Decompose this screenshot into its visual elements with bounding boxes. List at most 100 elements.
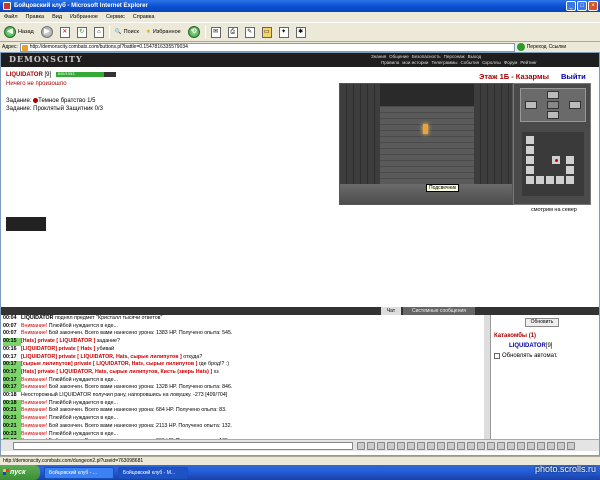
exit-link[interactable]: Выйти xyxy=(561,72,586,81)
maximize-button[interactable]: □ xyxy=(577,1,587,11)
research-button[interactable]: ✱ xyxy=(294,24,308,40)
header-link[interactable]: Телеграммы xyxy=(431,60,457,65)
chat-tool-button[interactable] xyxy=(547,442,555,450)
chat-sender[interactable]: [сырые лилипутов] private [ LIQUIDATOR, … xyxy=(21,361,197,367)
chat-tool-button[interactable] xyxy=(537,442,545,450)
chat-time[interactable]: 00:21 xyxy=(3,407,21,416)
move-back-button[interactable] xyxy=(547,111,559,119)
chat-tool-button[interactable] xyxy=(447,442,455,450)
mail-button[interactable]: ✉ xyxy=(209,24,223,40)
header-link[interactable]: Рейтинг xyxy=(520,60,537,65)
chat-time[interactable]: 00:18 xyxy=(3,399,21,408)
auto-refresh-checkbox[interactable] xyxy=(494,353,500,359)
chat-tool-button[interactable] xyxy=(417,442,425,450)
header-link[interactable]: События xyxy=(461,60,480,65)
taskbar-item[interactable]: Бойцовский клуб - ... xyxy=(44,466,114,479)
dungeon-view[interactable]: Подсвечник xyxy=(339,83,513,205)
chat-time[interactable]: 00:23 xyxy=(3,430,21,439)
chat-tool-button[interactable] xyxy=(467,442,475,450)
chat-time[interactable]: 00:21 xyxy=(3,422,21,431)
chat-input[interactable] xyxy=(13,442,353,450)
chat-time[interactable]: 00:17 xyxy=(3,354,21,362)
refresh-button[interactable]: ↻ xyxy=(75,24,89,40)
refresh-list-button[interactable]: Обновить xyxy=(525,318,559,327)
chat-time[interactable]: 00:15 xyxy=(3,338,21,346)
chat-time[interactable]: 00:04 xyxy=(3,315,21,323)
player-name[interactable]: LIQUIDATOR xyxy=(6,72,43,78)
chat-tool-button[interactable] xyxy=(477,442,485,450)
chat-tool-button[interactable] xyxy=(497,442,505,450)
history-button[interactable]: ⟲ xyxy=(186,24,202,40)
chat-time[interactable]: 00:07 xyxy=(3,323,21,331)
chat-tool-button[interactable] xyxy=(557,442,565,450)
chat-tool-button[interactable] xyxy=(527,442,535,450)
chat-sender[interactable]: [Hats] private [ LIQUIDATOR ] xyxy=(21,338,95,344)
tab-chat[interactable]: Чат xyxy=(381,307,401,315)
header-link[interactable]: Безопасность xyxy=(412,54,441,59)
chat-time[interactable]: 00:16 xyxy=(3,346,21,354)
online-player[interactable]: LIQUIDATOR[9] xyxy=(509,343,552,349)
menu-item[interactable]: Избранное xyxy=(70,12,98,22)
edit-button[interactable]: ✎ xyxy=(243,24,257,40)
turn-left-button[interactable] xyxy=(525,101,537,109)
chat-tool-button[interactable] xyxy=(437,442,445,450)
chat-time[interactable]: 00:17 xyxy=(3,368,21,377)
header-link[interactable]: Правила xyxy=(381,60,399,65)
chat-tool-button[interactable] xyxy=(457,442,465,450)
header-link[interactable]: Выход xyxy=(468,54,481,59)
chat-tool-button[interactable] xyxy=(517,442,525,450)
back-button[interactable]: ◀ Назад xyxy=(2,24,36,40)
menu-item[interactable]: Файл xyxy=(4,12,18,22)
menu-item[interactable]: Правка xyxy=(26,12,45,22)
links-label[interactable]: Ссылки xyxy=(549,44,567,50)
chat-tool-button[interactable] xyxy=(487,442,495,450)
go-button[interactable]: Переход xyxy=(516,43,547,51)
print-button[interactable]: ⎙ xyxy=(226,24,240,40)
menu-item[interactable]: Сервис xyxy=(106,12,125,22)
address-input[interactable]: http://demonscity.combats.com/buttons.pl… xyxy=(19,42,515,52)
chat-tool-button[interactable] xyxy=(387,442,395,450)
taskbar-item[interactable]: Бойцовский клуб - M... xyxy=(118,466,188,479)
favorites-button[interactable]: ★ Избранное xyxy=(144,24,183,40)
discuss-button[interactable]: ✦ xyxy=(277,24,291,40)
chat-time[interactable]: 00:21 xyxy=(3,415,21,423)
chat-tool-button[interactable] xyxy=(507,442,515,450)
chat-time[interactable]: 00:07 xyxy=(3,330,21,338)
turn-right-button[interactable] xyxy=(569,101,581,109)
home-button[interactable]: ⌂ xyxy=(92,24,106,40)
tab-system-messages[interactable]: Системные сообщения xyxy=(403,307,475,315)
chat-tool-button[interactable] xyxy=(367,442,375,450)
minimize-button[interactable]: _ xyxy=(566,1,576,11)
search-button[interactable]: 🔍 Поиск xyxy=(113,24,141,40)
chat-sender[interactable]: [LIQUIDATOR] private [ Hats ] xyxy=(21,346,95,352)
menu-item[interactable]: Вид xyxy=(52,12,62,22)
chat-time[interactable]: 00:17 xyxy=(3,384,21,393)
chat-sender[interactable]: LIQUIDATOR xyxy=(21,315,53,321)
chat-tool-button[interactable] xyxy=(427,442,435,450)
chat-time[interactable]: 00:17 xyxy=(3,376,21,385)
stop-button[interactable]: ✕ xyxy=(58,24,72,40)
chat-time[interactable]: 00:18 xyxy=(3,392,21,400)
header-link[interactable]: Форум xyxy=(504,60,518,65)
auto-refresh-option[interactable]: Обновлять автомат. xyxy=(494,353,558,359)
chat-tool-button[interactable] xyxy=(407,442,415,450)
chat-sender[interactable]: [LIQUIDATOR] private [ LIQUIDATOR, Hats,… xyxy=(21,354,182,360)
refresh-view-button[interactable] xyxy=(547,101,559,109)
close-button[interactable]: × xyxy=(588,1,598,11)
forward-button[interactable]: ▶ xyxy=(39,24,55,40)
header-link[interactable]: Скроллы xyxy=(482,60,501,65)
chat-sender[interactable]: [Hats] private [ LIQUIDATOR, Hats, сырые… xyxy=(21,369,212,375)
candlestick-icon[interactable] xyxy=(423,124,428,134)
header-link[interactable]: Знания xyxy=(371,54,386,59)
chat-tool-button[interactable] xyxy=(567,442,575,450)
chat-time[interactable]: 00:17 xyxy=(3,361,21,369)
messenger-button[interactable]: ▭ xyxy=(260,24,274,40)
header-link[interactable]: Общение xyxy=(389,54,409,59)
header-link[interactable]: Персонаж xyxy=(444,54,465,59)
start-button[interactable]: пуск xyxy=(0,465,40,480)
chat-tool-button[interactable] xyxy=(357,442,365,450)
chat-tool-button[interactable] xyxy=(397,442,405,450)
menu-item[interactable]: Справка xyxy=(133,12,155,22)
move-forward-button[interactable] xyxy=(547,91,559,99)
header-link[interactable]: мои истории xyxy=(402,60,428,65)
